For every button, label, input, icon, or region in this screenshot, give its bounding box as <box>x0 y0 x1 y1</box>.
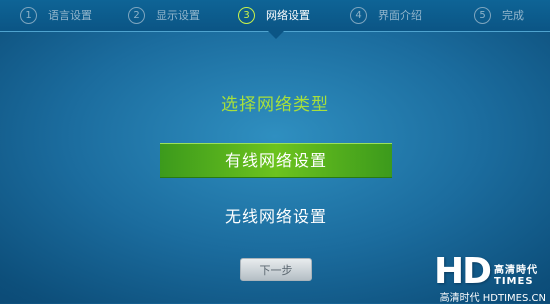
setup-steps-bar: 1 语言设置 2 显示设置 3 网络设置 4 界面介绍 5 完成 <box>0 0 550 32</box>
step-number-badge: 4 <box>350 6 367 24</box>
step-language[interactable]: 1 语言设置 <box>20 5 92 25</box>
active-step-pointer-icon <box>268 31 284 39</box>
step-label: 界面介绍 <box>378 9 422 22</box>
step-number-badge: 5 <box>474 6 491 24</box>
step-display[interactable]: 2 显示设置 <box>128 5 200 25</box>
step-label: 语言设置 <box>48 9 92 22</box>
watermark-en-text: TIMES <box>494 276 534 287</box>
wired-network-option[interactable]: 有线网络设置 <box>160 143 392 178</box>
page-title: 选择网络类型 <box>221 95 329 115</box>
step-number-badge: 1 <box>20 6 37 24</box>
watermark-stack: 高清時代 TIMES <box>494 261 538 287</box>
next-button[interactable]: 下一步 <box>240 258 312 281</box>
step-label: 完成 <box>502 9 524 22</box>
watermark-cn-text: 高清時代 <box>494 265 539 276</box>
step-finish[interactable]: 5 完成 <box>474 5 524 25</box>
step-interface[interactable]: 4 界面介绍 <box>350 5 422 25</box>
step-number-badge: 3 <box>238 6 255 24</box>
step-label: 网络设置 <box>266 9 310 22</box>
step-number-badge: 2 <box>128 6 145 24</box>
watermark-hd-text: HD <box>434 251 492 292</box>
step-label: 显示设置 <box>156 9 200 22</box>
wireless-network-option[interactable]: 无线网络设置 <box>160 200 392 233</box>
watermark-logo: HD 高清時代 TIMES <box>434 252 538 290</box>
step-network[interactable]: 3 网络设置 <box>238 5 310 25</box>
watermark-caption: 高清时代 HDTIMES.CN <box>439 293 546 304</box>
